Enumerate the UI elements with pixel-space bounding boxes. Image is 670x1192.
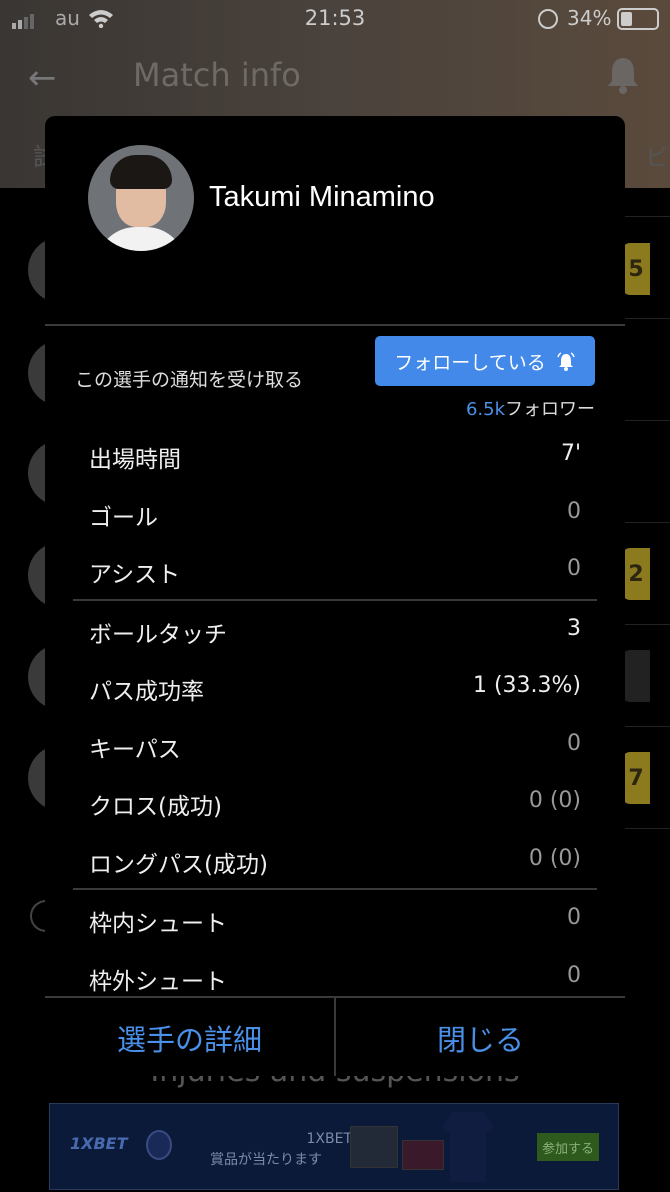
page-title: Match info bbox=[133, 56, 301, 94]
close-button[interactable]: 閉じる bbox=[336, 998, 625, 1076]
background-divider bbox=[625, 318, 670, 319]
stat-label: ボールタッチ bbox=[89, 621, 227, 648]
stat-label: キーパス bbox=[89, 736, 181, 763]
background-divider bbox=[625, 828, 670, 829]
player-details-button[interactable]: 選手の詳細 bbox=[45, 998, 334, 1076]
rating-badge: 2 bbox=[622, 548, 650, 600]
stat-label: 枠外シュート bbox=[89, 968, 227, 995]
stats-list: 出場時間 7' ゴール 0 アシスト 0 ボールタッチ 3 パス成功率 1 (33.3%) キーパス… bbox=[73, 426, 597, 1005]
stat-value: 0 (0) bbox=[528, 845, 581, 871]
stat-value: 1 (33.3%) bbox=[472, 673, 581, 698]
rating-badge: 5 bbox=[622, 243, 650, 295]
monitor-image bbox=[350, 1126, 398, 1168]
stat-label: 枠内シュート bbox=[89, 911, 227, 937]
laptop-image bbox=[402, 1140, 444, 1170]
stat-row: 出場時間 7' bbox=[73, 426, 597, 484]
tab-right[interactable]: ビ bbox=[645, 137, 669, 172]
jersey-image bbox=[442, 1112, 494, 1182]
stat-value: 7' bbox=[560, 441, 581, 466]
background-divider bbox=[625, 522, 670, 523]
follower-number: 6.5k bbox=[465, 399, 505, 420]
modal-footer: 選手の詳細 閉じる bbox=[45, 996, 625, 1076]
stat-value: 0 bbox=[567, 962, 581, 988]
stat-row: アシスト 0 bbox=[73, 541, 597, 599]
ad-text: 賞品が当たります bbox=[210, 1152, 322, 1168]
rating-badge: 7 bbox=[622, 752, 650, 804]
background-divider bbox=[625, 216, 670, 217]
stat-row: ゴール 0 bbox=[73, 484, 597, 542]
stat-value: 0 bbox=[567, 498, 581, 524]
stat-label: 出場時間 bbox=[89, 447, 181, 473]
player-info-modal: Takumi Minamino この選手の通知を受け取る フォローしている 6.… bbox=[45, 116, 625, 1076]
stat-value: 0 bbox=[567, 905, 581, 930]
battery-icon bbox=[617, 8, 659, 30]
stat-row: パス成功率 1 (33.3%) bbox=[73, 658, 597, 716]
stat-row: キーパス 0 bbox=[73, 716, 597, 774]
follower-count: 6.5kフォロワー bbox=[466, 395, 595, 421]
background-divider bbox=[625, 624, 670, 625]
stat-row: ボールタッチ 3 bbox=[73, 601, 597, 659]
battery-percent: 34% bbox=[567, 6, 612, 30]
divider bbox=[45, 324, 625, 326]
bell-icon[interactable] bbox=[604, 54, 642, 94]
stat-value: 3 bbox=[567, 615, 581, 641]
stat-label: アシスト bbox=[89, 562, 181, 588]
back-arrow-icon[interactable]: ← bbox=[28, 58, 57, 98]
stat-value: 0 bbox=[567, 556, 581, 581]
stat-row: 枠内シュート 0 bbox=[73, 890, 597, 948]
ad-join-button[interactable]: 参加する bbox=[537, 1133, 599, 1161]
background-divider bbox=[625, 726, 670, 727]
rating-badge-empty bbox=[622, 650, 650, 702]
stat-label: パス成功率 bbox=[89, 679, 204, 705]
player-avatar bbox=[88, 145, 194, 251]
stat-label: ゴール bbox=[89, 504, 158, 531]
follower-suffix: フォロワー bbox=[505, 399, 595, 420]
stat-label: ロングパス(成功) bbox=[89, 851, 268, 878]
stat-value: 0 bbox=[567, 730, 581, 756]
alarm-bell-icon bbox=[557, 352, 575, 371]
stat-label: クロス(成功) bbox=[89, 794, 222, 820]
follow-button-label: フォローしている bbox=[394, 351, 546, 374]
stat-row: ロングパス(成功) 0 (0) bbox=[73, 831, 597, 889]
ad-banner[interactable]: 1XBET 1XBETから 賞品が当たります 参加する bbox=[49, 1103, 619, 1190]
player-name: Takumi Minamino bbox=[209, 181, 435, 213]
stat-value: 0 (0) bbox=[528, 788, 581, 813]
rotation-lock-icon bbox=[538, 9, 558, 29]
status-bar: au 21:53 34% bbox=[0, 0, 670, 40]
ad-text: 1XBETから bbox=[306, 1131, 381, 1147]
background-divider bbox=[625, 420, 670, 421]
stat-row: クロス(成功) 0 (0) bbox=[73, 773, 597, 831]
follow-button[interactable]: フォローしている bbox=[375, 336, 595, 386]
notify-label: この選手の通知を受け取る bbox=[75, 369, 304, 391]
